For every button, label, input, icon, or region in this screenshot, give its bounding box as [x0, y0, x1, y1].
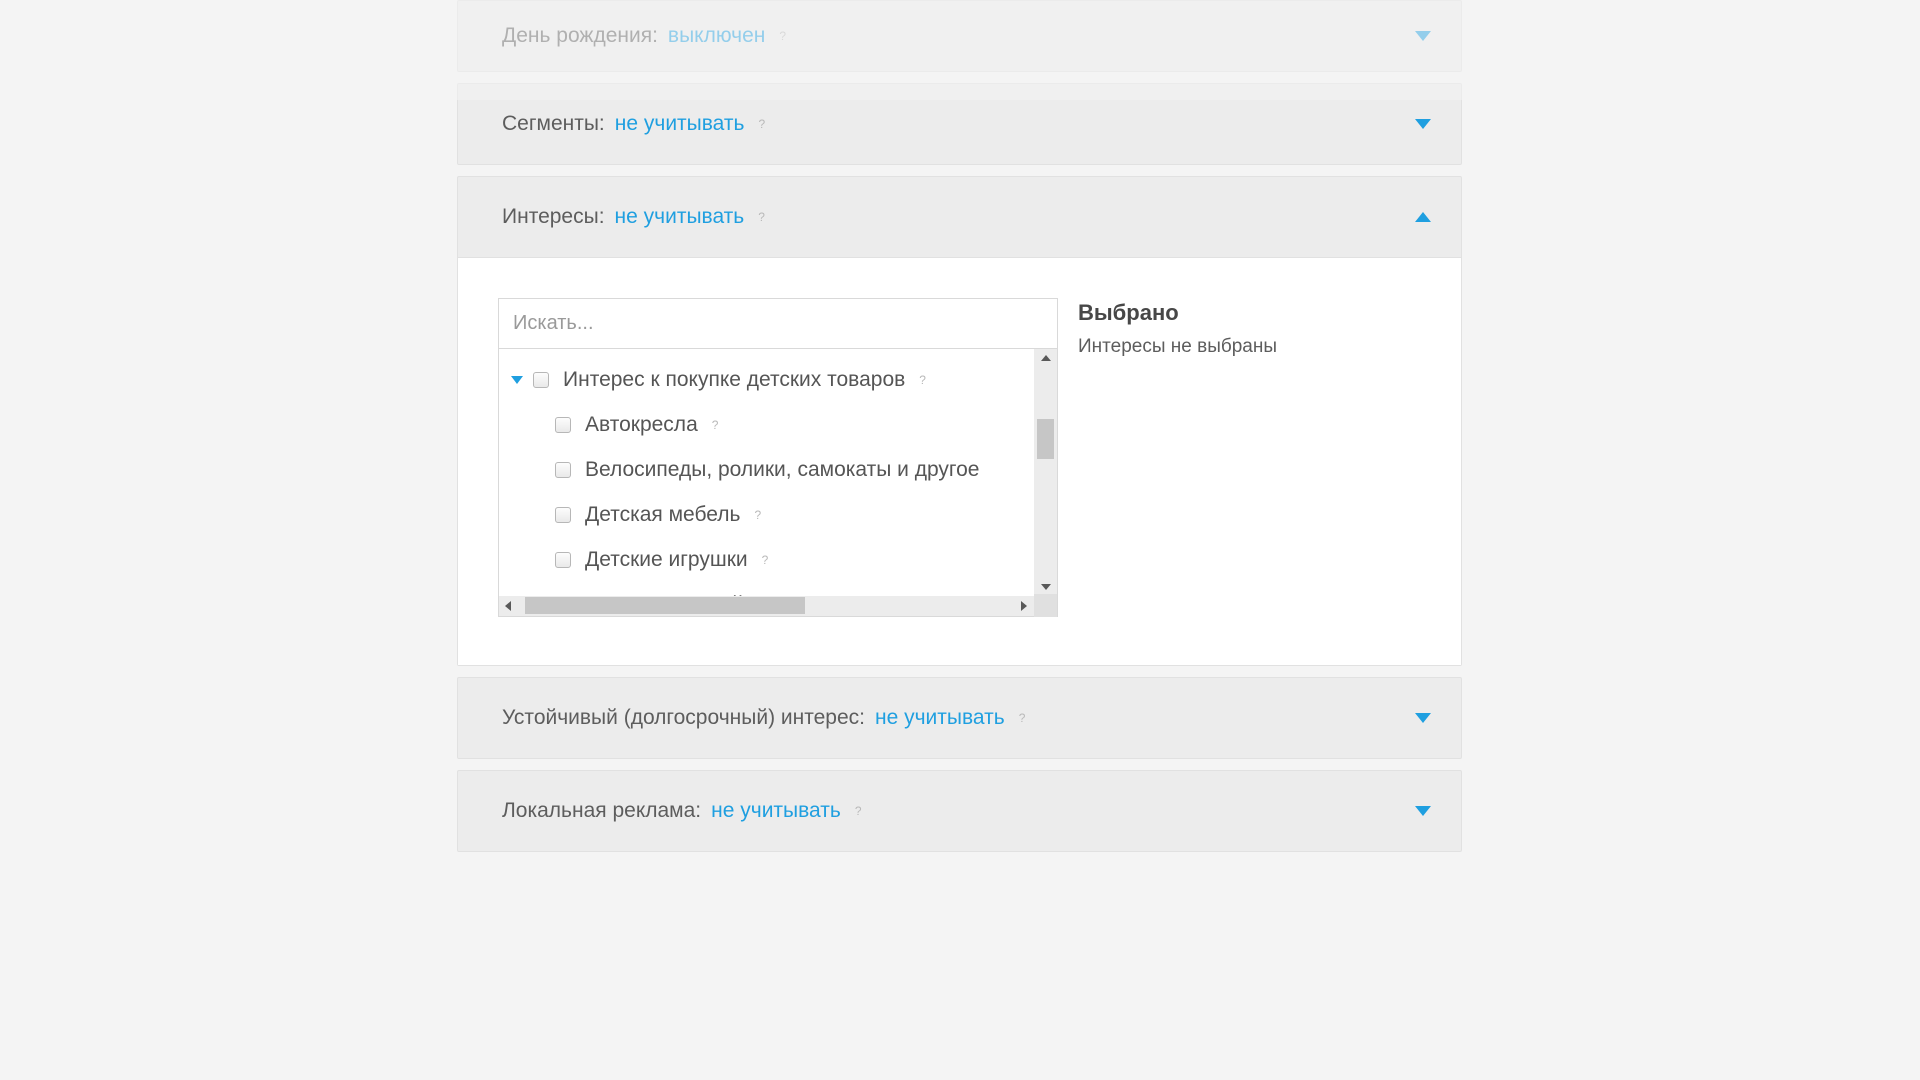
scroll-thumb[interactable] — [525, 597, 805, 614]
interest-tree: Искать... Интерес к покупке детских това… — [498, 298, 1058, 617]
scroll-thumb[interactable] — [1037, 419, 1054, 459]
tree-row-root[interactable]: Интерес к покупке детских товаров ? — [499, 357, 1034, 402]
chevron-down-icon — [1415, 119, 1431, 129]
tree-row-label: Детская мебель — [585, 503, 740, 527]
panel-header-local[interactable]: Локальная реклама: не учитывать ? — [458, 771, 1461, 851]
panel-birthday: День рождения: выключен ? — [457, 0, 1462, 72]
panel-label: Устойчивый (долгосрочный) интерес: — [502, 706, 865, 730]
panel-local-ads: Локальная реклама: не учитывать ? — [457, 770, 1462, 852]
help-icon[interactable]: ? — [712, 418, 719, 432]
tree-row-label: Автокресла — [585, 413, 698, 437]
tree-row-label: Велосипеды, ролики, самокаты и другое — [585, 458, 980, 482]
tree-row[interactable]: Книги для детей — [499, 582, 1034, 596]
panel-longterm-interest: Устойчивый (долгосрочный) интерес: не уч… — [457, 677, 1462, 759]
selected-empty-text: Интересы не выбраны — [1078, 336, 1421, 358]
help-icon[interactable]: ? — [919, 373, 926, 387]
panel-value: выключен — [668, 24, 765, 48]
scroll-corner — [1034, 594, 1057, 617]
panel-value: не учитывать — [615, 112, 745, 136]
scroll-right-icon[interactable] — [1021, 601, 1027, 611]
panel-value: не учитывать — [615, 205, 745, 229]
scroll-up-icon[interactable] — [1041, 355, 1051, 361]
chevron-down-icon[interactable] — [511, 376, 523, 384]
panel-label: Локальная реклама: — [502, 799, 701, 823]
panel-header-birthday[interactable]: День рождения: выключен ? — [458, 1, 1461, 71]
help-icon[interactable]: ? — [855, 804, 862, 818]
horizontal-scrollbar[interactable] — [499, 596, 1057, 616]
vertical-scrollbar[interactable] — [1034, 349, 1057, 596]
tree-row[interactable]: Детская мебель ? — [499, 492, 1034, 537]
tree-row-label: Интерес к покупке детских товаров — [563, 368, 905, 392]
panel-segments: Сегменты: не учитывать ? — [457, 83, 1462, 165]
tree-row-label: Детские игрушки — [585, 548, 748, 572]
checkbox[interactable] — [533, 372, 549, 388]
checkbox[interactable] — [555, 507, 571, 523]
interest-tree-list: Интерес к покупке детских товаров ? Авто… — [499, 349, 1034, 596]
checkbox[interactable] — [555, 417, 571, 433]
help-icon[interactable]: ? — [762, 553, 769, 567]
tree-row[interactable]: Детские игрушки ? — [499, 537, 1034, 582]
panel-label: День рождения: — [502, 24, 658, 48]
interest-search-input[interactable]: Искать... — [498, 298, 1058, 349]
panel-body-interests: Искать... Интерес к покупке детских това… — [458, 257, 1461, 665]
scroll-down-icon[interactable] — [1041, 584, 1051, 590]
scroll-left-icon[interactable] — [505, 601, 511, 611]
chevron-down-icon — [1415, 31, 1431, 41]
panel-label: Сегменты: — [502, 112, 605, 136]
help-icon[interactable]: ? — [758, 210, 765, 224]
panel-interests: Интересы: не учитывать ? Искать... — [457, 176, 1462, 666]
panel-header-segments[interactable]: Сегменты: не учитывать ? — [458, 84, 1461, 164]
chevron-down-icon — [1415, 806, 1431, 816]
help-icon[interactable]: ? — [754, 508, 761, 522]
help-icon[interactable]: ? — [1019, 711, 1026, 725]
help-icon[interactable]: ? — [779, 29, 786, 43]
help-icon[interactable]: ? — [758, 117, 765, 131]
chevron-down-icon — [1415, 713, 1431, 723]
interest-tree-area: Интерес к покупке детских товаров ? Авто… — [498, 349, 1058, 617]
checkbox[interactable] — [555, 462, 571, 478]
tree-row[interactable]: Автокресла ? — [499, 402, 1034, 447]
panel-value: не учитывать — [711, 799, 841, 823]
selected-title: Выбрано — [1078, 300, 1421, 326]
panel-header-longterm[interactable]: Устойчивый (долгосрочный) интерес: не уч… — [458, 678, 1461, 758]
panel-label: Интересы: — [502, 205, 605, 229]
checkbox[interactable] — [555, 552, 571, 568]
chevron-up-icon — [1415, 212, 1431, 222]
panel-header-interests[interactable]: Интересы: не учитывать ? — [458, 177, 1461, 257]
selected-interests: Выбрано Интересы не выбраны — [1078, 298, 1421, 617]
panel-value: не учитывать — [875, 706, 1005, 730]
tree-row[interactable]: Велосипеды, ролики, самокаты и другое — [499, 447, 1034, 492]
